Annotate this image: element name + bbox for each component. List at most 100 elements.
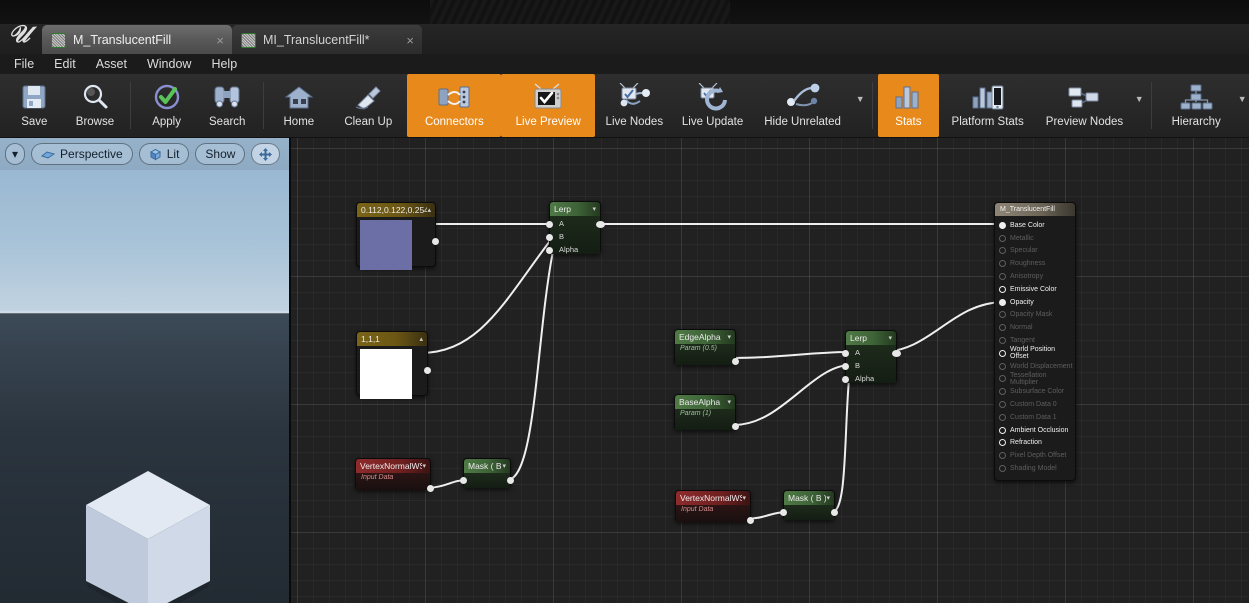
live-nodes-button[interactable]: Live Nodes (595, 74, 673, 137)
node-input-pin-alpha[interactable] (842, 376, 849, 383)
node-header[interactable]: Lerp ▾ (846, 331, 896, 345)
node-input-pin-b[interactable] (546, 234, 553, 241)
home-button[interactable]: Home (269, 74, 330, 137)
node-input-pin[interactable] (999, 273, 1006, 281)
node-input-pin[interactable] (999, 260, 1006, 268)
window-drag-strip[interactable] (0, 0, 1249, 24)
node-lerp-opacity[interactable]: Lerp ▾ A B Alpha (842, 330, 901, 383)
material-output-pin[interactable]: Pixel Depth Offset (995, 449, 1075, 462)
material-output-pin[interactable]: Roughness (995, 257, 1075, 270)
preview-nodes-dropdown-caret[interactable]: ▼ (1132, 74, 1146, 137)
material-graph-canvas[interactable]: 0.112,0.122,0.254 ▴ 1,1,1 ▴ Lerp ▾ A B A… (291, 138, 1249, 603)
node-param-base-alpha[interactable]: BaseAlpha ▾ Param (1) (674, 394, 739, 430)
material-output-pin[interactable]: Custom Data 1 (995, 411, 1075, 424)
material-output-pin[interactable]: Tessellation Multiplier (995, 372, 1075, 386)
node-input-pin[interactable] (999, 375, 1006, 383)
node-output-pin[interactable] (732, 358, 739, 365)
node-input-pin[interactable] (999, 362, 1006, 370)
node-mask-b-2[interactable]: Mask ( B ) ▾ (780, 490, 838, 520)
hide-unrelated-button[interactable]: Hide Unrelated (752, 74, 854, 137)
close-icon[interactable]: × (404, 33, 416, 48)
hide-unrelated-dropdown-caret[interactable]: ▼ (853, 74, 867, 137)
chevron-down-icon[interactable]: ▾ (422, 462, 426, 470)
node-header[interactable]: M_TranslucentFill (995, 203, 1075, 216)
material-output-pin[interactable]: Ambient Occlusion (995, 424, 1075, 437)
node-output-pin[interactable] (831, 509, 838, 516)
node-output-pin[interactable] (596, 221, 605, 228)
node-output-pin[interactable] (892, 350, 901, 357)
node-output-pin[interactable] (432, 238, 439, 245)
node-input-pin[interactable] (999, 465, 1006, 473)
viewport-show-menu[interactable]: Show (195, 143, 246, 165)
chevron-down-icon[interactable]: ▾ (727, 398, 731, 406)
node-input-pin-b[interactable] (842, 363, 849, 370)
hierarchy-dropdown-caret[interactable]: ▼ (1235, 74, 1249, 137)
node-material-output[interactable]: M_TranslucentFill Base Color Metallic Spec… (994, 202, 1076, 481)
node-input-pin[interactable] (999, 311, 1006, 319)
node-vertex-normal-ws-1[interactable]: VertexNormalWS ▾ Input Data (355, 458, 434, 492)
material-output-pin[interactable]: Normal (995, 321, 1075, 334)
hierarchy-button[interactable]: Hierarchy (1157, 74, 1235, 137)
material-output-pin[interactable]: Subsurface Color (995, 385, 1075, 398)
node-input-pin-alpha[interactable] (546, 247, 553, 254)
material-output-pin[interactable]: Specular (995, 245, 1075, 258)
color-swatch[interactable] (360, 220, 412, 270)
menu-item-window[interactable]: Window (138, 55, 200, 73)
menu-item-asset[interactable]: Asset (87, 55, 136, 73)
node-output-pin[interactable] (507, 477, 514, 484)
node-input-pin[interactable] (999, 349, 1006, 357)
chevron-up-icon[interactable]: ▴ (419, 335, 423, 343)
node-input-pin[interactable] (999, 247, 1006, 255)
chevron-down-icon[interactable]: ▾ (742, 494, 746, 502)
material-output-pin[interactable]: Emissive Color (995, 283, 1075, 296)
live-preview-button[interactable]: Live Preview (501, 74, 596, 137)
preview-nodes-button[interactable]: Preview Nodes (1037, 74, 1133, 137)
connectors-button[interactable]: Connectors (407, 74, 502, 137)
node-header[interactable]: Lerp ▾ (550, 202, 600, 216)
node-header[interactable]: VertexNormalWS ▾ (676, 491, 750, 505)
viewport-options-menu[interactable]: ▾ (5, 143, 26, 165)
node-constant-color[interactable]: 0.112,0.122,0.254 ▴ (356, 202, 439, 270)
live-update-button[interactable]: Live Update (673, 74, 751, 137)
chevron-up-icon[interactable]: ▴ (427, 206, 431, 214)
node-output-pin[interactable] (732, 423, 739, 430)
save-button[interactable]: Save (4, 74, 65, 137)
material-output-pin[interactable]: Opacity Mask (995, 309, 1075, 322)
material-output-pin[interactable]: Refraction (995, 437, 1075, 450)
node-param-edge-alpha[interactable]: EdgeAlpha ▾ Param (0.5) (674, 329, 739, 365)
material-output-pin[interactable]: Opacity (995, 296, 1075, 309)
node-input-pin[interactable] (999, 285, 1006, 293)
preview-viewport[interactable]: Z X Y (0, 138, 291, 603)
node-header[interactable]: 1,1,1 ▴ (357, 332, 427, 346)
viewport-transform-tool[interactable] (251, 143, 281, 165)
node-header[interactable]: Mask ( B ) ▾ (784, 491, 834, 505)
close-icon[interactable]: × (214, 33, 226, 48)
node-constant-white[interactable]: 1,1,1 ▴ (356, 331, 431, 399)
node-header[interactable]: VertexNormalWS ▾ (356, 459, 430, 473)
material-output-pin[interactable]: Anisotropy (995, 270, 1075, 283)
node-input-pin[interactable] (999, 439, 1006, 447)
node-output-pin[interactable] (424, 367, 431, 374)
chevron-down-icon[interactable]: ▾ (592, 205, 596, 213)
material-output-pin[interactable]: World Position Offset (995, 346, 1075, 360)
material-output-pin[interactable]: Shading Model (995, 462, 1075, 475)
material-output-pin[interactable]: World Displacement (995, 360, 1075, 373)
node-input-pin[interactable] (999, 401, 1006, 409)
node-input-pin-a[interactable] (546, 221, 553, 228)
platform-stats-button[interactable]: Platform Stats (939, 74, 1037, 137)
node-input-pin[interactable] (999, 413, 1006, 421)
browse-button[interactable]: Browse (65, 74, 126, 137)
node-header[interactable]: Mask ( B ) ▾ (464, 459, 510, 473)
viewport-camera-mode[interactable]: Perspective (31, 143, 133, 165)
node-input-pin[interactable] (999, 388, 1006, 396)
node-input-pin[interactable] (999, 298, 1006, 306)
apply-button[interactable]: Apply (136, 74, 197, 137)
node-output-pin[interactable] (427, 485, 434, 492)
node-output-pin[interactable] (747, 517, 754, 524)
menu-item-help[interactable]: Help (202, 55, 246, 73)
editor-tab-material-instance[interactable]: MI_TranslucentFill* × (232, 25, 422, 55)
editor-tab-material[interactable]: M_TranslucentFill × (42, 25, 232, 55)
chevron-down-icon[interactable]: ▾ (727, 333, 731, 341)
viewport-view-mode[interactable]: Lit (138, 143, 190, 165)
node-input-pin[interactable] (999, 234, 1006, 242)
